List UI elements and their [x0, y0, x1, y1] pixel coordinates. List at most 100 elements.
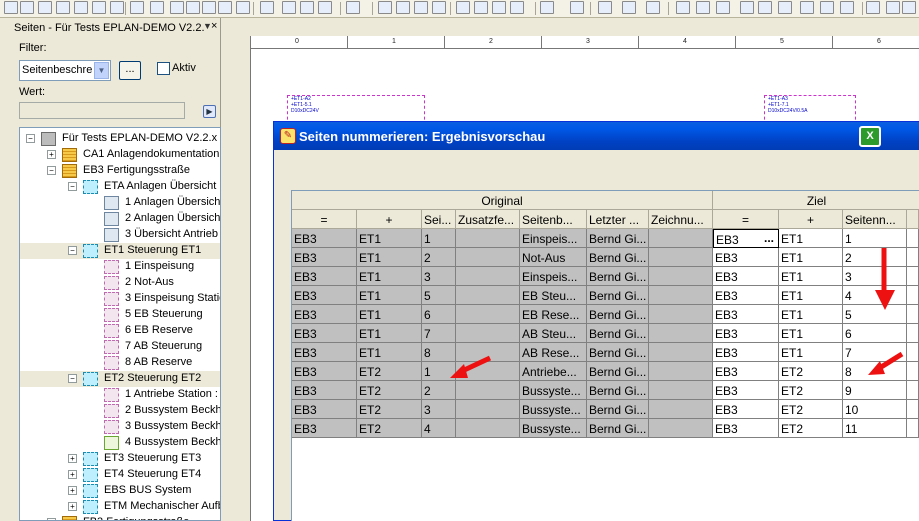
column-header[interactable]: Zeichnu...	[649, 210, 713, 229]
toolbar-button-icon[interactable]	[378, 1, 392, 14]
grid-cell[interactable]: EB3	[713, 419, 779, 438]
grid-cell[interactable]: EB3	[713, 362, 779, 381]
grid-cell[interactable]: EB3	[713, 324, 779, 343]
expand-icon[interactable]: +	[47, 150, 56, 159]
expand-icon[interactable]: +	[68, 502, 77, 511]
tree-node[interactable]: − ET1 Steuerung ET1	[20, 243, 220, 259]
toolbar-button-icon[interactable]	[778, 1, 792, 14]
toolbar-button-icon[interactable]	[300, 1, 314, 14]
tree-node[interactable]: 2 Anlagen Übersich	[20, 211, 220, 227]
grid-cell[interactable]: ET2	[779, 419, 843, 438]
tree-node[interactable]: 4 Bussystem Beckho	[20, 435, 220, 451]
column-header[interactable]: Letzter ...	[587, 210, 649, 229]
collapse-icon[interactable]: −	[68, 246, 77, 255]
toolbar-button-icon[interactable]	[570, 1, 584, 14]
toolbar-button-icon[interactable]	[474, 1, 488, 14]
grid-cell[interactable]: ET1	[779, 267, 843, 286]
chevron-down-icon[interactable]: ▼	[94, 62, 109, 79]
grid-cell[interactable]: ET1	[779, 343, 843, 362]
grid-cell[interactable]: EB3	[713, 286, 779, 305]
tree-node[interactable]: − ET2 Steuerung ET2	[20, 371, 220, 387]
tree-node[interactable]: 2 Not-Aus	[20, 275, 220, 291]
toolbar-button-icon[interactable]	[56, 1, 70, 14]
tree-node[interactable]: 1 Antriebe Station :	[20, 387, 220, 403]
tree-node[interactable]: + ETM Mechanischer Aufb	[20, 499, 220, 515]
grid-cell[interactable]: EB3	[713, 400, 779, 419]
toolbar-button-icon[interactable]	[716, 1, 730, 14]
toolbar-button-icon[interactable]	[840, 1, 854, 14]
toolbar-button-icon[interactable]	[318, 1, 332, 14]
grid-cell[interactable]: EB3	[713, 305, 779, 324]
toolbar-button-icon[interactable]	[130, 1, 144, 14]
column-header[interactable]: +	[357, 210, 422, 229]
toolbar-button-icon[interactable]	[432, 1, 446, 14]
filter-select[interactable]: Seitenbeschre ▼	[19, 60, 111, 81]
collapse-icon[interactable]: −	[47, 166, 56, 175]
toolbar-button-icon[interactable]	[622, 1, 636, 14]
toolbar-button-icon[interactable]	[170, 1, 184, 14]
tree-node[interactable]: 5 EB Steuerung	[20, 307, 220, 323]
grid-cell[interactable]: ET1	[779, 248, 843, 267]
grid-cell[interactable]: ET1	[779, 324, 843, 343]
toolbar-button-icon[interactable]	[150, 1, 164, 14]
toolbar-button-icon[interactable]	[902, 1, 916, 14]
tree-node[interactable]: − EB3 Fertigungsstraße	[20, 163, 220, 179]
toolbar-button-icon[interactable]	[110, 1, 124, 14]
toolbar-button-icon[interactable]	[186, 1, 200, 14]
toolbar-button-icon[interactable]	[740, 1, 754, 14]
toolbar-button-icon[interactable]	[346, 1, 360, 14]
tree-node[interactable]: + EBS BUS System	[20, 483, 220, 499]
dialog-titlebar[interactable]: ✎ Seiten nummerieren: Ergebnisvorschau X	[274, 122, 919, 150]
tree-node[interactable]: 3 Bussystem Beckho	[20, 419, 220, 435]
grid-cell[interactable]: EB3...	[713, 229, 779, 248]
column-header[interactable]: Zusatzfe...	[456, 210, 520, 229]
grid-cell[interactable]: 11	[843, 419, 907, 438]
page-tree[interactable]: − Für Tests EPLAN-DEMO V2.2.x (+ CA1 Anlag…	[19, 127, 221, 521]
tree-node[interactable]: − ETA Anlagen Übersicht	[20, 179, 220, 195]
expand-icon[interactable]: +	[68, 454, 77, 463]
column-header[interactable]: +	[779, 210, 843, 229]
tree-node[interactable]: − Für Tests EPLAN-DEMO V2.2.x (	[20, 131, 220, 147]
column-header[interactable]: Sei...	[422, 210, 456, 229]
filter-options-button[interactable]: ...	[119, 61, 141, 80]
tree-node[interactable]: 1 Einspeisung	[20, 259, 220, 275]
grid-cell[interactable]: 6	[843, 324, 907, 343]
apply-filter-icon[interactable]: ▶	[203, 105, 216, 118]
toolbar-button-icon[interactable]	[820, 1, 834, 14]
wert-input[interactable]	[19, 102, 185, 119]
toolbar-button-icon[interactable]	[396, 1, 410, 14]
expand-icon[interactable]: +	[68, 486, 77, 495]
toolbar-button-icon[interactable]	[492, 1, 506, 14]
grid-cell[interactable]: 10	[843, 400, 907, 419]
toolbar-button-icon[interactable]	[4, 1, 18, 14]
toolbar-button-icon[interactable]	[20, 1, 34, 14]
toolbar-button-icon[interactable]	[758, 1, 772, 14]
tree-node[interactable]: 7 AB Steuerung	[20, 339, 220, 355]
column-header[interactable]: Seitenb...	[520, 210, 587, 229]
toolbar-button-icon[interactable]	[260, 1, 274, 14]
grid-cell[interactable]: EB3	[713, 381, 779, 400]
toolbar-button-icon[interactable]	[866, 1, 880, 14]
cell-edit-button[interactable]: ...	[764, 231, 774, 245]
result-preview-grid[interactable]: Original Ziel = + Sei... Zusatzfe... Seitenb..…	[291, 190, 919, 521]
toolbar-button-icon[interactable]	[886, 1, 900, 14]
grid-cell[interactable]: EB3	[713, 248, 779, 267]
toolbar-button-icon[interactable]	[456, 1, 470, 14]
toolbar-button-icon[interactable]	[800, 1, 814, 14]
tree-node[interactable]: 6 EB Reserve	[20, 323, 220, 339]
tree-node[interactable]: 1 Anlagen Übersich	[20, 195, 220, 211]
toolbar-button-icon[interactable]	[92, 1, 106, 14]
excel-export-icon[interactable]: X	[859, 126, 881, 147]
collapse-icon[interactable]: −	[26, 134, 35, 143]
grid-cell[interactable]: ET2	[779, 362, 843, 381]
grid-cell[interactable]: ET1	[779, 286, 843, 305]
grid-cell[interactable]: EB3	[713, 343, 779, 362]
toolbar-button-icon[interactable]	[540, 1, 554, 14]
grid-cell[interactable]: EB3	[713, 267, 779, 286]
tree-node[interactable]: 2 Bussystem Beckho	[20, 403, 220, 419]
toolbar-button-icon[interactable]	[696, 1, 710, 14]
grid-cell[interactable]: ET2	[779, 400, 843, 419]
column-header[interactable]: Seitenn...	[843, 210, 907, 229]
toolbar-button-icon[interactable]	[236, 1, 250, 14]
grid-cell[interactable]: ET1	[779, 229, 843, 248]
